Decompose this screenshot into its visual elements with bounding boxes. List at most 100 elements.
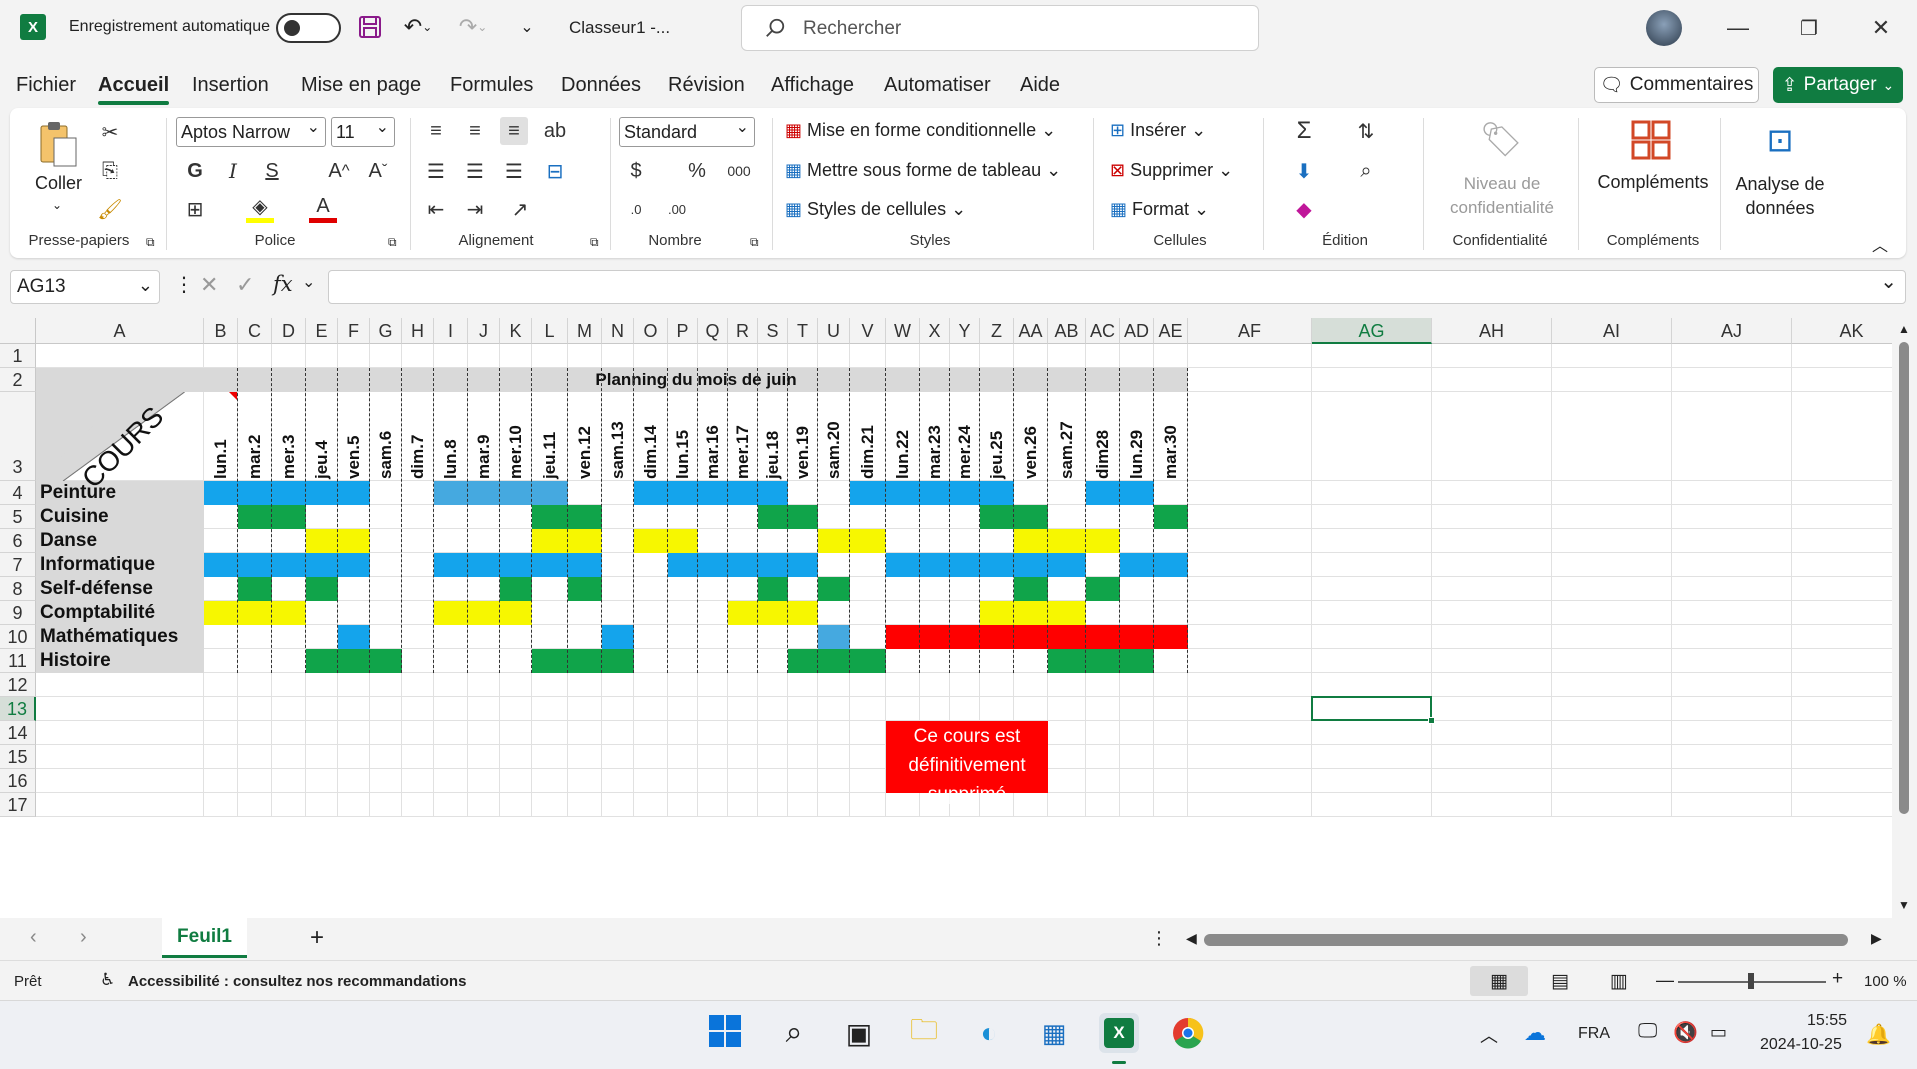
schedule-cell[interactable] <box>1048 625 1086 649</box>
schedule-cell[interactable] <box>434 481 468 505</box>
language-indicator[interactable]: FRA <box>1578 1025 1610 1043</box>
analyze-data-button[interactable]: Analyse de données <box>1725 172 1835 220</box>
table-format-button[interactable]: ▦ Mettre sous forme de tableau ⌄ <box>785 160 1061 181</box>
column-header[interactable]: AI <box>1552 318 1672 344</box>
selected-cell[interactable] <box>1311 696 1432 721</box>
select-all-corner[interactable] <box>0 318 36 344</box>
onedrive-icon[interactable]: ☁ <box>1524 1020 1546 1046</box>
schedule-cell[interactable] <box>370 649 402 673</box>
schedule-cell[interactable] <box>980 481 1014 505</box>
schedule-cell[interactable] <box>500 601 532 625</box>
column-header[interactable]: AA <box>1014 318 1048 344</box>
schedule-cell[interactable] <box>980 625 1014 649</box>
file-explorer-icon[interactable]: 🗀 <box>904 1013 944 1053</box>
row-header[interactable]: 1 <box>0 344 36 368</box>
schedule-cell[interactable] <box>532 649 568 673</box>
underline-icon[interactable]: S <box>258 157 286 185</box>
column-header[interactable]: H <box>402 318 434 344</box>
insert-function-icon[interactable]: fx <box>273 272 293 296</box>
fill-icon[interactable]: ⬇ <box>1290 157 1318 185</box>
page-layout-icon[interactable]: ▤ <box>1545 966 1575 996</box>
column-header[interactable]: N <box>602 318 634 344</box>
schedule-cell[interactable] <box>758 553 788 577</box>
schedule-cell[interactable] <box>1086 577 1120 601</box>
cut-icon[interactable]: ✂ <box>96 118 124 146</box>
row-header[interactable]: 15 <box>0 745 36 769</box>
column-header[interactable]: I <box>434 318 468 344</box>
schedule-cell[interactable] <box>1014 601 1048 625</box>
schedule-cell[interactable] <box>1086 625 1120 649</box>
italic-icon[interactable]: I <box>219 157 247 185</box>
row-header[interactable]: 17 <box>0 793 36 817</box>
worksheet-grid[interactable]: C O U RS Planning du mois de juin Peinture Cui… <box>0 318 1892 918</box>
schedule-cell[interactable] <box>568 529 602 553</box>
schedule-cell[interactable] <box>338 649 370 673</box>
schedule-cell[interactable] <box>468 601 500 625</box>
schedule-cell[interactable] <box>1014 553 1048 577</box>
schedule-cell[interactable] <box>1048 601 1086 625</box>
row-header[interactable]: 11 <box>0 649 36 673</box>
schedule-cell[interactable] <box>1048 529 1086 553</box>
schedule-cell[interactable] <box>1086 649 1120 673</box>
schedule-cell[interactable] <box>920 481 950 505</box>
schedule-cell[interactable] <box>920 553 950 577</box>
schedule-cell[interactable] <box>758 577 788 601</box>
wrap-text-icon[interactable]: ab <box>541 117 569 145</box>
font-color-icon[interactable]: A <box>309 195 337 223</box>
column-header[interactable]: K <box>500 318 532 344</box>
column-header[interactable]: X <box>920 318 950 344</box>
column-header[interactable]: C <box>238 318 272 344</box>
zoom-level[interactable]: 100 % <box>1864 973 1907 990</box>
schedule-cell[interactable] <box>668 529 698 553</box>
schedule-cell[interactable] <box>634 481 668 505</box>
schedule-cell[interactable] <box>468 481 500 505</box>
column-header[interactable]: G <box>370 318 402 344</box>
schedule-cell[interactable] <box>568 505 602 529</box>
column-header[interactable]: M <box>568 318 602 344</box>
schedule-cell[interactable] <box>818 625 850 649</box>
task-view-icon[interactable]: ▣ <box>839 1013 879 1053</box>
schedule-cell[interactable] <box>980 505 1014 529</box>
column-header[interactable]: V <box>850 318 886 344</box>
column-header[interactable]: F <box>338 318 370 344</box>
tab-fichier[interactable]: Fichier <box>16 74 76 97</box>
schedule-cell[interactable] <box>532 481 568 505</box>
autosum-icon[interactable]: Σ <box>1290 117 1318 145</box>
decrease-indent-icon[interactable]: ⇤ <box>422 195 450 223</box>
schedule-cell[interactable] <box>1086 529 1120 553</box>
scroll-down-icon[interactable]: ▼ <box>1898 898 1910 912</box>
schedule-cell[interactable] <box>238 481 272 505</box>
schedule-cell[interactable] <box>850 481 886 505</box>
paste-label[interactable]: Coller <box>35 173 82 194</box>
schedule-cell[interactable] <box>532 505 568 529</box>
font-size-select[interactable]: 11 <box>331 114 395 147</box>
align-center-icon[interactable]: ☰ <box>461 157 489 185</box>
schedule-cell[interactable] <box>204 481 238 505</box>
chevron-up-icon[interactable]: ︿ <box>1480 1022 1498 1048</box>
format-painter-icon[interactable]: 🖌 <box>96 195 124 223</box>
column-header[interactable]: W <box>886 318 920 344</box>
schedule-cell[interactable] <box>818 577 850 601</box>
schedule-cell[interactable] <box>434 601 468 625</box>
schedule-cell[interactable] <box>568 577 602 601</box>
row-header[interactable]: 13 <box>0 697 36 721</box>
schedule-cell[interactable] <box>634 529 668 553</box>
schedule-cell[interactable] <box>602 649 634 673</box>
schedule-cell[interactable] <box>272 505 306 529</box>
more-options-icon[interactable]: ⋮ <box>1150 928 1168 949</box>
scroll-right-icon[interactable]: ▶ <box>1871 930 1882 947</box>
schedule-cell[interactable] <box>728 601 758 625</box>
schedule-cell[interactable] <box>818 529 850 553</box>
sensitivity-button[interactable]: Niveau de confidentialité <box>1432 172 1572 220</box>
battery-icon[interactable]: ▭ <box>1710 1022 1727 1043</box>
schedule-cell[interactable] <box>500 481 532 505</box>
tab-formules[interactable]: Formules <box>450 74 533 97</box>
row-header[interactable]: 16 <box>0 769 36 793</box>
schedule-cell[interactable] <box>886 553 920 577</box>
schedule-cell[interactable] <box>238 577 272 601</box>
row-header[interactable]: 7 <box>0 553 36 577</box>
schedule-cell[interactable] <box>602 625 634 649</box>
redo-icon[interactable]: ↷ ⌄ <box>453 12 493 42</box>
schedule-cell[interactable] <box>238 601 272 625</box>
tab-insertion[interactable]: Insertion <box>192 74 269 97</box>
